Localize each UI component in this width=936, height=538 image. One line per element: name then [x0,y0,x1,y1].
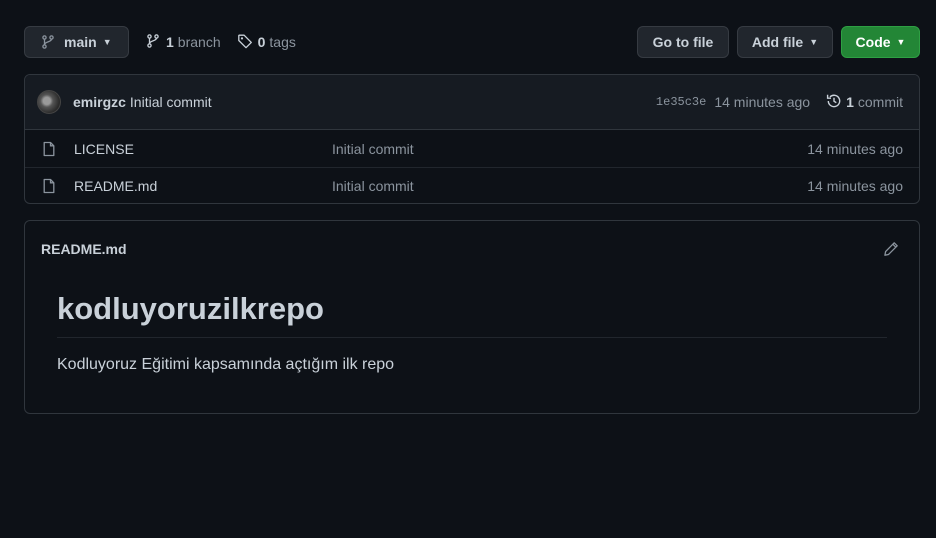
file-name[interactable]: LICENSE [74,141,332,157]
file-row-license[interactable]: LICENSE Initial commit 14 minutes ago [25,130,919,167]
file-icon [41,141,57,157]
chevron-down-icon: ▼ [102,36,112,47]
file-rows: LICENSE Initial commit 14 minutes ago RE… [25,130,919,203]
latest-commit-bar: emirgzc Initial commit 1e35c3e 14 minute… [25,75,919,130]
git-branch-icon [40,34,56,50]
add-file-label: Add file [751,34,804,50]
tags-link[interactable]: 0 tags [237,33,296,52]
file-icon [41,178,57,194]
repo-toolbar: main ▼ 1 branch 0 tags Go to file Add fi… [24,26,920,58]
go-to-file-button[interactable]: Go to file [637,26,729,58]
tag-icon [237,33,253,52]
code-label: Code [855,34,891,50]
tag-count: 0 [257,34,266,50]
commit-message[interactable]: Initial commit [130,94,212,110]
file-row-readme[interactable]: README.md Initial commit 14 minutes ago [25,167,919,203]
file-age: 14 minutes ago [807,178,903,194]
commit-sha[interactable]: 1e35c3e [656,95,706,109]
commit-author[interactable]: emirgzc [73,94,126,110]
readme-content: kodluyoruzilkrepo Kodluyoruz Eğitimi kap… [25,277,919,374]
tag-word: tags [269,34,296,50]
add-file-button[interactable]: Add file ▼ [737,26,833,58]
file-list: emirgzc Initial commit 1e35c3e 14 minute… [24,74,920,204]
branch-count: 1 [166,34,174,50]
file-name[interactable]: README.md [74,178,332,194]
code-button[interactable]: Code ▼ [841,26,920,58]
branch-word: branch [177,34,221,50]
file-commit-message[interactable]: Initial commit [332,141,807,157]
commit-history-link[interactable]: 1 commit [826,93,903,112]
readme-filename[interactable]: README.md [41,241,127,257]
readme-paragraph: Kodluyoruz Eğitimi kapsamında açtığım il… [57,355,395,373]
branches-link[interactable]: 1 branch [145,33,221,52]
file-age: 14 minutes ago [807,140,903,157]
avatar[interactable] [37,90,61,114]
commit-word: commit [857,94,903,110]
readme-heading: kodluyoruzilkrepo [57,291,887,338]
branch-select-button[interactable]: main ▼ [24,26,129,58]
commit-time[interactable]: 14 minutes ago [714,94,810,110]
chevron-down-icon: ▼ [809,36,819,47]
file-commit-message[interactable]: Initial commit [332,178,807,194]
branch-name: main [64,34,97,50]
readme-header: README.md [25,221,919,277]
pencil-icon[interactable] [883,241,899,257]
git-branch-icon [145,33,161,52]
readme-panel: README.md kodluyoruzilkrepo Kodluyoruz E… [24,220,920,414]
chevron-down-icon: ▼ [896,36,906,47]
commit-count: 1 [846,94,854,110]
history-icon [826,93,842,112]
